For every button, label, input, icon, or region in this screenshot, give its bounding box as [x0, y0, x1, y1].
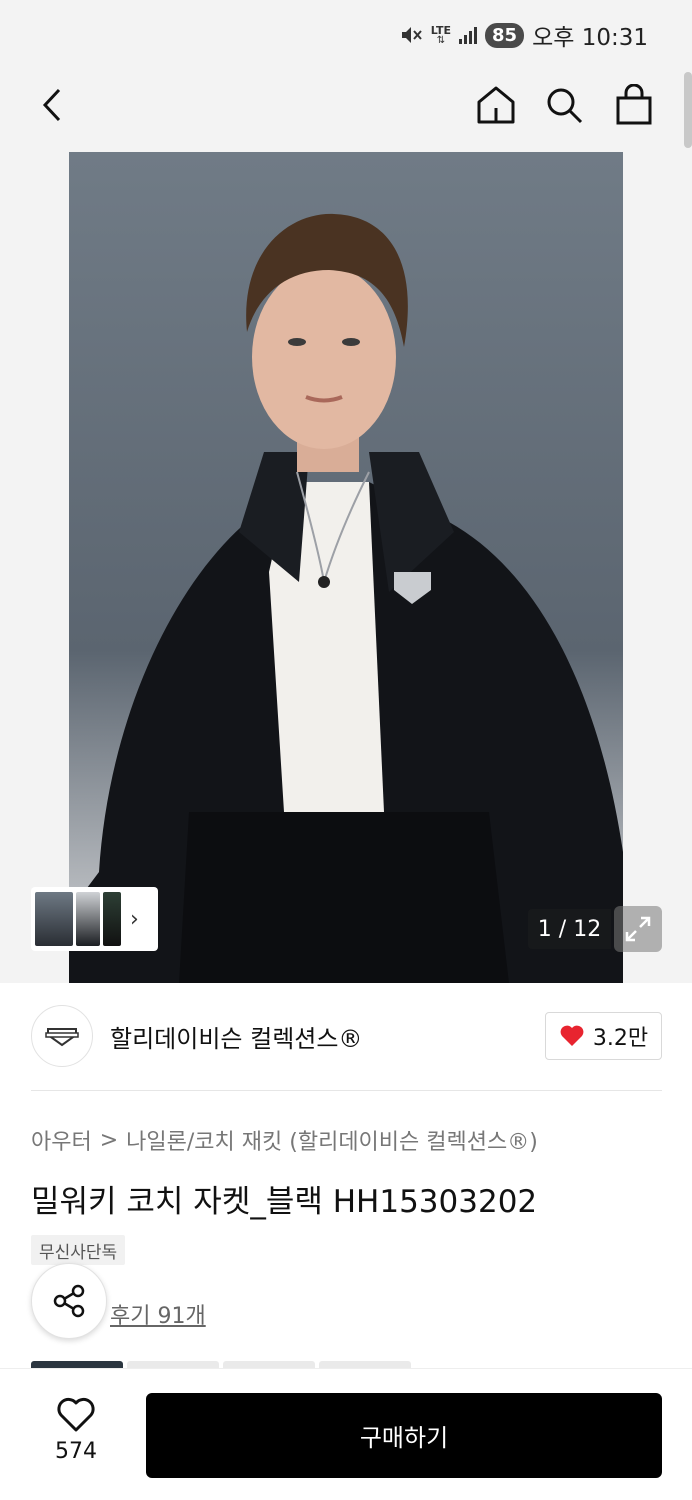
- wishlist-button[interactable]: 574: [40, 1397, 112, 1477]
- buy-button[interactable]: 구매하기: [146, 1393, 662, 1478]
- expand-button[interactable]: [614, 906, 662, 952]
- product-title: 밀워키 코치 자켓_블랙 HH15303202: [31, 1184, 538, 1220]
- cart-button[interactable]: [609, 80, 659, 130]
- breadcrumb-category[interactable]: 나일론/코치 재킷 (할리데이비슨 컬렉션스®): [126, 1124, 538, 1156]
- home-icon: [477, 86, 515, 124]
- divider: [31, 1090, 662, 1091]
- breadcrumb-outer[interactable]: 아우터: [31, 1124, 92, 1156]
- clock: 오후 10:31: [532, 25, 648, 51]
- signal-icon: [459, 26, 478, 44]
- back-button[interactable]: [28, 80, 78, 130]
- chevron-left-icon: [42, 88, 61, 122]
- thumbnail-3[interactable]: [103, 892, 121, 946]
- bottom-action-bar: 574 구매하기: [0, 1368, 692, 1500]
- image-counter: 1 / 12: [528, 909, 611, 949]
- review-link[interactable]: 후기 91개: [110, 1298, 206, 1330]
- heart-outline-icon: [57, 1397, 95, 1432]
- brand-logo[interactable]: [31, 1005, 93, 1067]
- thumbnail-1[interactable]: [35, 892, 73, 946]
- brand-name[interactable]: 할리데이비슨 컬렉션스®: [110, 1019, 362, 1054]
- thumbnail-strip[interactable]: ›: [31, 887, 158, 951]
- home-button[interactable]: [471, 80, 521, 130]
- brand-row: 할리데이비슨 컬렉션스® 3.2만: [0, 983, 692, 1091]
- top-nav: [0, 62, 692, 152]
- heart-filled-icon: [560, 1025, 584, 1046]
- share-icon: [53, 1284, 85, 1318]
- expand-icon: [625, 916, 651, 942]
- search-button[interactable]: [539, 80, 589, 130]
- breadcrumb: 아우터 > 나일론/코치 재킷 (할리데이비슨 컬렉션스®): [31, 1124, 538, 1156]
- exclusive-badge: 무신사단독: [31, 1235, 126, 1265]
- model-in-jacket-image: [69, 152, 623, 983]
- scrollbar[interactable]: [684, 72, 692, 148]
- chevron-right-icon[interactable]: ›: [130, 907, 139, 932]
- status-bar: LTE ⇅ 85 오후 10:31: [0, 0, 692, 62]
- wishlist-count: 574: [55, 1439, 97, 1464]
- lte-label: LTE: [430, 23, 452, 37]
- search-icon: [547, 88, 583, 124]
- harley-shield-icon: [45, 1028, 79, 1047]
- share-button[interactable]: [31, 1263, 107, 1339]
- product-gallery[interactable]: › 1 / 12: [0, 152, 692, 983]
- shopping-bag-icon: [616, 84, 652, 125]
- breadcrumb-separator-icon: >: [99, 1127, 119, 1153]
- network-indicator: LTE ⇅: [430, 23, 452, 46]
- thumbnail-2[interactable]: [76, 892, 100, 946]
- brand-like-count: 3.2만: [592, 1026, 649, 1051]
- status-indicators: LTE ⇅ 85 오후 10:31: [399, 18, 648, 52]
- battery-badge: 85: [485, 22, 525, 48]
- brand-like-button[interactable]: 3.2만: [545, 1012, 662, 1060]
- product-photo[interactable]: [69, 152, 623, 983]
- mute-icon: [401, 27, 422, 43]
